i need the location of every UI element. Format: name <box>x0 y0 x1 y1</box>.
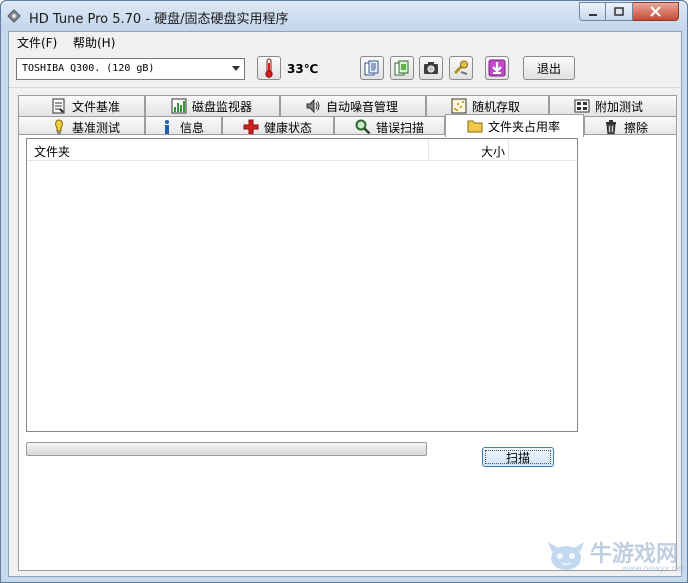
options-icon <box>453 60 468 75</box>
tab-label: 擦除 <box>624 120 649 135</box>
benchmark-icon <box>55 119 63 134</box>
temperature-button[interactable] <box>257 56 281 80</box>
tab-label: 文件基准 <box>72 99 121 114</box>
folder-icon <box>467 120 483 133</box>
file-benchmark-icon <box>52 98 65 114</box>
tab-label: 错误扫描 <box>376 120 425 135</box>
options-button[interactable] <box>449 56 473 80</box>
extra-tests-icon <box>574 99 590 113</box>
mascot-logo <box>548 542 584 570</box>
tab-folder-usage[interactable]: 文件夹占用率 <box>445 114 584 137</box>
scan-progress-bar <box>26 442 427 456</box>
tab-label: 随机存取 <box>472 99 521 114</box>
maximize-button[interactable] <box>606 2 633 21</box>
folder-usage-panel: 文件夹 大小 扫描 <box>18 134 677 571</box>
title-bar[interactable]: HD Tune Pro 5.70 - 硬盘/固态硬盘实用程序 <box>1 1 687 31</box>
menu-bar: 文件(F) 帮助(H) <box>9 32 681 52</box>
tab-label: 信息 <box>180 120 205 135</box>
menu-help[interactable]: 帮助(H) <box>71 34 117 51</box>
hd-tune-app-icon <box>7 9 21 23</box>
exit-button[interactable]: 退出 <box>523 56 575 80</box>
copy-screen-icon <box>394 60 409 76</box>
copy-screen-button[interactable] <box>390 56 414 80</box>
save-button[interactable] <box>485 56 509 80</box>
info-icon <box>165 120 169 134</box>
app-window: HD Tune Pro 5.70 - 硬盘/固态硬盘实用程序 文件(F) 帮助(… <box>0 0 688 583</box>
tab-label: 附加测试 <box>595 99 644 114</box>
tab-label: 自动噪音管理 <box>326 99 399 114</box>
tab-random-access[interactable]: 随机存取 <box>426 95 549 116</box>
folder-list[interactable]: 文件夹 大小 <box>26 138 578 432</box>
scan-button[interactable]: 扫描 <box>482 447 554 467</box>
health-icon <box>243 119 259 135</box>
tab-label: 基准测试 <box>72 120 121 135</box>
tab-label: 文件夹占用率 <box>488 119 561 134</box>
tab-label: 磁盘监视器 <box>192 99 253 114</box>
screenshot-button[interactable] <box>419 56 443 80</box>
tab-file-benchmark[interactable]: 文件基准 <box>18 95 145 116</box>
disk-monitor-icon <box>171 98 187 114</box>
speaker-icon <box>306 98 320 114</box>
exit-button-label: 退出 <box>536 61 561 76</box>
watermark: 牛游戏网 www.newyx.net <box>540 532 685 580</box>
copy-text-button[interactable] <box>360 56 384 80</box>
list-header: 文件夹 大小 <box>27 139 577 161</box>
maximize-icon <box>614 6 624 16</box>
tab-disk-monitor[interactable]: 磁盘监视器 <box>145 95 280 116</box>
menu-file[interactable]: 文件(F) <box>15 34 59 51</box>
trash-icon <box>606 120 616 135</box>
column-header-size[interactable]: 大小 <box>429 139 509 161</box>
random-access-icon <box>451 98 467 114</box>
tab-label: 健康状态 <box>264 120 313 135</box>
tab-extra-tests[interactable]: 附加测试 <box>549 95 677 116</box>
window-title: HD Tune Pro 5.70 - 硬盘/固态硬盘实用程序 <box>29 12 289 27</box>
client-area: 文件(F) 帮助(H) TOSHIBA Q300. (120 gB) 33℃ 退… <box>8 31 682 577</box>
temperature-value: 33℃ <box>287 62 319 76</box>
minimize-button[interactable] <box>579 2 606 21</box>
copy-text-icon <box>364 60 379 76</box>
tab-auto-noise[interactable]: 自动噪音管理 <box>280 95 426 116</box>
column-header-folder[interactable]: 文件夹 <box>27 139 429 161</box>
chevron-down-icon <box>232 66 240 71</box>
download-icon <box>488 59 506 77</box>
error-scan-icon <box>355 119 371 135</box>
toolbar: TOSHIBA Q300. (120 gB) 33℃ 退出 <box>9 52 681 88</box>
minimize-icon <box>588 13 597 16</box>
watermark-url: www.newyx.net <box>622 564 686 573</box>
close-icon <box>650 6 661 17</box>
close-button[interactable] <box>633 2 679 21</box>
drive-select[interactable]: TOSHIBA Q300. (120 gB) <box>16 58 245 80</box>
camera-icon <box>424 62 438 74</box>
scan-button-label: 扫描 <box>505 450 530 465</box>
drive-select-value: TOSHIBA Q300. (120 gB) <box>22 63 155 74</box>
thermometer-icon <box>265 58 273 78</box>
